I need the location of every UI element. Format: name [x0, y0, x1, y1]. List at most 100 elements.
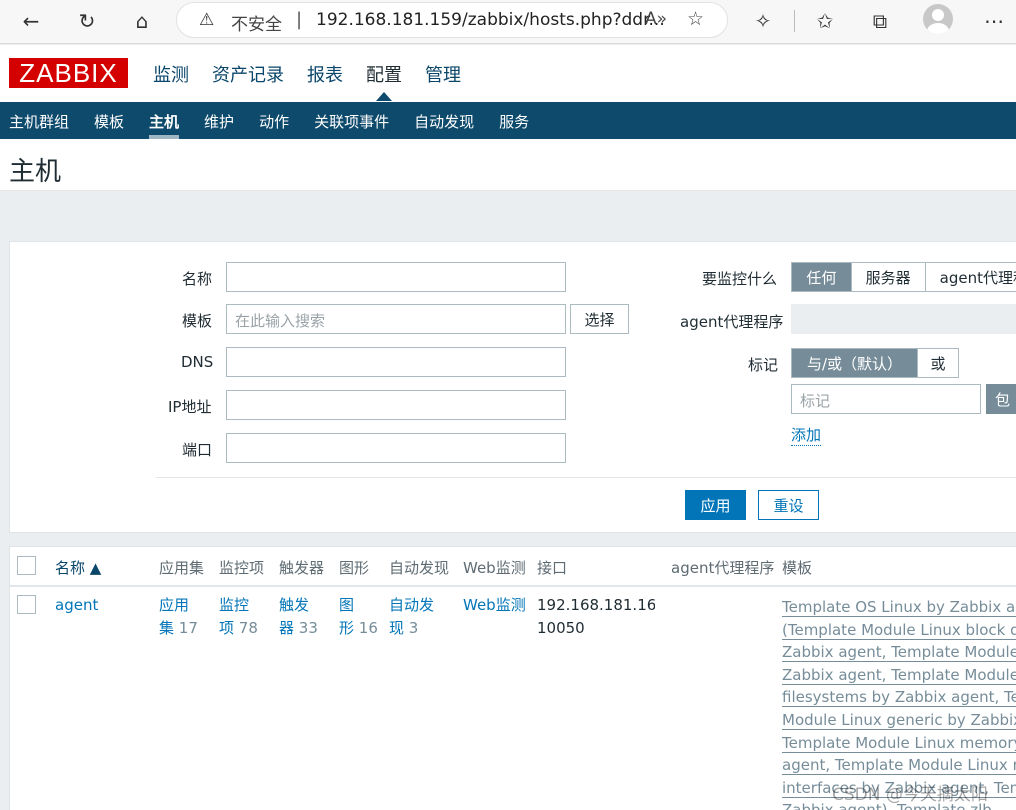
template-input[interactable]: 在此输入搜索: [226, 304, 566, 334]
row-checkbox[interactable]: [17, 595, 36, 614]
sub-menu-services[interactable]: 服务: [499, 111, 529, 132]
applications-link[interactable]: 应用 集 17: [159, 594, 198, 640]
read-aloud-icon[interactable]: A»: [645, 9, 667, 29]
zabbix-logo[interactable]: ZABBIX: [9, 58, 128, 88]
ip-label: IP地址: [168, 398, 212, 416]
add-tag-link[interactable]: 添加: [791, 424, 822, 446]
proxy-select[interactable]: [791, 304, 1016, 334]
tags-mode-and-or[interactable]: 与/或（默认）: [792, 349, 918, 377]
top-menu-administration[interactable]: 管理: [425, 61, 461, 87]
favorites-icon[interactable]: ✩: [810, 6, 840, 36]
refresh-icon[interactable]: ↻: [72, 6, 102, 36]
add-favorite-icon[interactable]: ☆: [687, 8, 704, 30]
sub-menu-host-groups[interactable]: 主机群组: [9, 111, 69, 132]
top-menu-configuration[interactable]: 配置: [366, 61, 402, 101]
port-input[interactable]: [226, 433, 566, 463]
template-label: 模板: [182, 312, 213, 330]
address-bar[interactable]: ⚠ 不安全 | 192.168.181.159/zabbix/hosts.php…: [176, 2, 728, 38]
monitored-by-any[interactable]: 任何: [792, 263, 852, 291]
collections-icon[interactable]: ⧉: [865, 6, 895, 36]
graphs-link-line1: 图: [339, 596, 355, 614]
column-header-graphs: 图形: [339, 559, 370, 577]
discovery-link-line2: 现: [389, 619, 405, 637]
sub-menu-discovery[interactable]: 自动发现: [414, 111, 474, 132]
tags-mode-or[interactable]: 或: [918, 349, 958, 377]
filter-panel: 名称 模板 在此输入搜索 选择 DNS IP地址 端口 要监控什么 任何 服务器…: [9, 241, 1016, 533]
tag-operator-label: 包: [995, 390, 1011, 409]
items-link-line1: 监控: [219, 596, 250, 614]
template-line[interactable]: Template Module Linux memory by: [782, 732, 1016, 755]
url-separator: |: [296, 9, 303, 30]
sub-menu-actions[interactable]: 动作: [259, 111, 289, 132]
column-header-interface: 接口: [537, 559, 568, 577]
page-title: 主机: [9, 157, 62, 187]
back-icon[interactable]: ←: [16, 6, 46, 36]
toolbar-divider: [794, 10, 795, 32]
reset-button[interactable]: 重设: [758, 490, 819, 520]
column-header-name[interactable]: 名称 ▲: [55, 557, 101, 578]
ip-input[interactable]: [226, 390, 566, 420]
tags-label: 标记: [748, 356, 779, 374]
column-header-proxy: agent代理程序: [671, 559, 775, 577]
items-count: 78: [238, 619, 258, 637]
warning-icon: ⚠: [199, 10, 215, 30]
sub-menu-maintenance[interactable]: 维护: [204, 111, 234, 132]
column-header-templates: 模板: [782, 559, 813, 577]
more-icon[interactable]: ⋯: [979, 6, 1009, 36]
discovery-link[interactable]: 自动发 现 3: [389, 594, 434, 640]
tag-operator-select[interactable]: 包: [986, 384, 1016, 414]
graphs-link[interactable]: 图 形 16: [339, 594, 378, 640]
templates-cell: Template OS Linux by Zabbix agen (Templa…: [782, 596, 1016, 810]
monitored-by-server[interactable]: 服务器: [851, 263, 926, 291]
sub-menu-hosts[interactable]: 主机: [149, 111, 180, 139]
column-header-web: Web监测: [463, 559, 526, 577]
hosts-table: 名称 ▲ 应用集 监控项 触发器 图形 自动发现 Web监测 接口 agent代…: [9, 546, 1016, 810]
select-all-checkbox[interactable]: [17, 556, 36, 575]
sub-menu: 主机群组 模板 主机 维护 动作 关联项事件 自动发现 服务: [0, 102, 1016, 139]
template-select-button[interactable]: 选择: [570, 304, 629, 334]
top-menu-monitoring[interactable]: 监测: [153, 61, 189, 87]
monitored-by-label: 要监控什么: [702, 270, 778, 288]
column-header-applications: 应用集: [159, 559, 205, 577]
template-line[interactable]: Module Linux generic by Zabbix ag: [782, 709, 1016, 732]
discovery-count: 3: [408, 619, 419, 637]
top-menu: 监测 资产记录 报表 配置 管理: [153, 61, 484, 101]
name-label: 名称: [182, 270, 213, 288]
interface-address: 192.168.181.164:: [537, 596, 655, 614]
table-header-divider: [10, 585, 1016, 587]
filter-divider: [156, 477, 1016, 478]
triggers-link-line1: 触发: [279, 596, 310, 614]
template-line[interactable]: Template OS Linux by Zabbix agen: [782, 596, 1016, 619]
template-line[interactable]: Zabbix agent, Template Module Lin: [782, 641, 1016, 664]
sub-menu-templates[interactable]: 模板: [94, 111, 124, 132]
template-line[interactable]: Zabbix agent, Template Module Lin: [782, 664, 1016, 687]
zabbix-header: ZABBIX 监测 资产记录 报表 配置 管理: [0, 45, 1016, 102]
applications-link-line2: 集: [159, 619, 175, 637]
discovery-link-line1: 自动发: [389, 596, 435, 614]
sub-menu-correlation[interactable]: 关联项事件: [314, 111, 389, 132]
monitored-by-proxy[interactable]: agent代理程: [925, 263, 1016, 291]
profile-avatar[interactable]: [923, 4, 953, 34]
top-menu-inventory[interactable]: 资产记录: [212, 61, 284, 87]
insecure-label: 不安全: [231, 15, 282, 35]
apply-button[interactable]: 应用: [685, 490, 746, 520]
dns-input[interactable]: [226, 347, 566, 377]
items-link[interactable]: 监控 项 78: [219, 594, 258, 640]
applications-link-line1: 应用: [159, 596, 190, 614]
dns-label: DNS: [181, 353, 214, 371]
name-input[interactable]: [226, 262, 566, 292]
port-label: 端口: [182, 441, 213, 459]
web-link[interactable]: Web监测: [463, 594, 526, 617]
triggers-link[interactable]: 触发 器 33: [279, 594, 318, 640]
template-line[interactable]: agent, Template Module Linux netw: [782, 754, 1016, 777]
url-text[interactable]: 192.168.181.159/zabbix/hosts.php?ddr...: [316, 10, 665, 30]
top-menu-reports[interactable]: 报表: [307, 61, 343, 87]
applications-count: 17: [178, 619, 198, 637]
extensions-icon[interactable]: ✧: [748, 6, 778, 36]
tag-input[interactable]: 标记: [791, 384, 981, 414]
home-icon[interactable]: ⌂: [127, 6, 157, 36]
template-line[interactable]: (Template Module Linux block dev: [782, 619, 1016, 642]
host-name-link[interactable]: agent: [55, 594, 98, 617]
interface-cell: 192.168.181.164: 10050: [537, 594, 655, 640]
template-line[interactable]: filesystems by Zabbix agent, Temp: [782, 686, 1016, 709]
